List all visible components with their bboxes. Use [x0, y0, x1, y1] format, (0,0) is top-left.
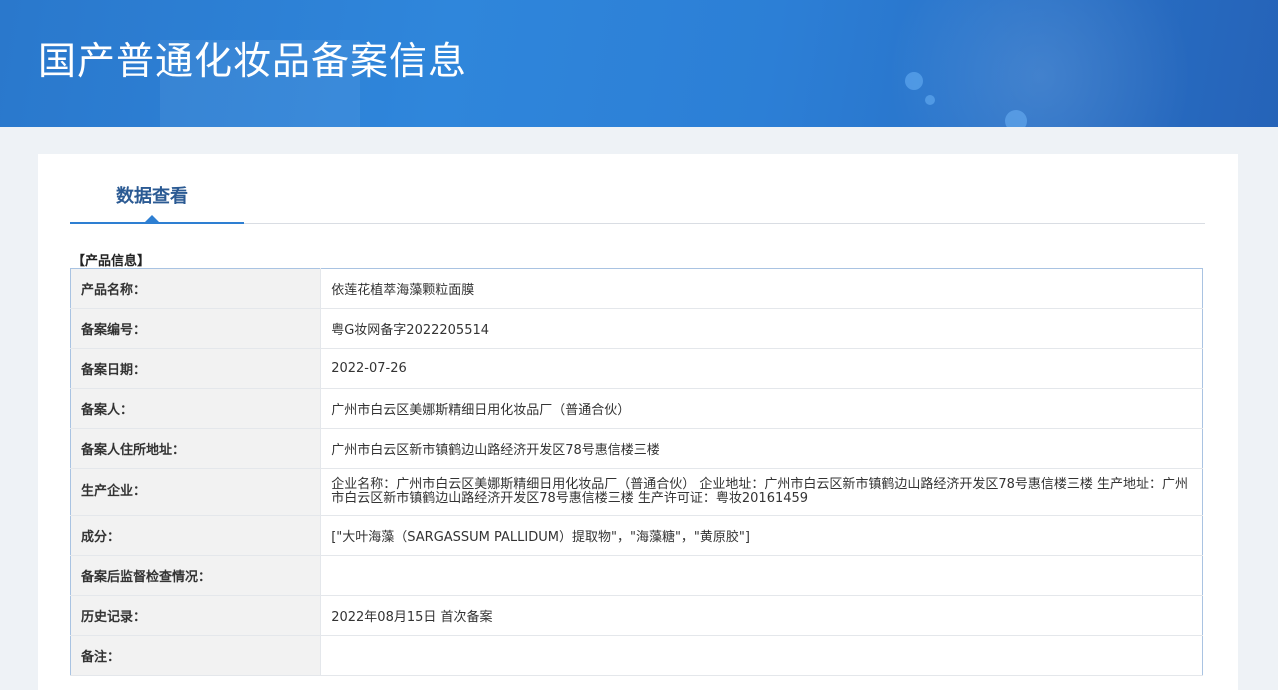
- row-value: [320, 555, 1203, 596]
- page-title: 国产普通化妆品备案信息: [38, 39, 468, 83]
- row-value: 企业名称：广州市白云区美娜斯精细日用化妆品厂（普通合伙） 企业地址：广州市白云区…: [320, 468, 1203, 516]
- table-row: 历史记录： 2022年08月15日 首次备案: [70, 595, 1203, 636]
- tab-bar: 数据查看: [70, 154, 1205, 224]
- banner-dot: [925, 95, 935, 105]
- row-label: 历史记录：: [70, 595, 322, 636]
- tab-label: 数据查看: [116, 186, 188, 207]
- row-value: 依莲花植萃海藻颗粒面膜: [320, 268, 1203, 309]
- row-value: [320, 635, 1203, 676]
- row-label: 备案人：: [70, 388, 322, 429]
- table-row: 产品名称： 依莲花植萃海藻颗粒面膜: [70, 268, 1203, 309]
- row-label: 备案日期：: [70, 348, 322, 389]
- row-value: 广州市白云区美娜斯精细日用化妆品厂（普通合伙）: [320, 388, 1203, 429]
- table-row: 备案人： 广州市白云区美娜斯精细日用化妆品厂（普通合伙）: [70, 388, 1203, 429]
- row-label: 备案后监督检查情况：: [70, 555, 322, 596]
- product-info-table: 产品名称： 依莲花植萃海藻颗粒面膜 备案编号： 粤G妆网备字2022205514…: [70, 268, 1203, 676]
- row-label: 产品名称：: [70, 268, 322, 309]
- row-label: 备注：: [70, 635, 322, 676]
- row-value: 2022年08月15日 首次备案: [320, 595, 1203, 636]
- table-row: 备案编号： 粤G妆网备字2022205514: [70, 308, 1203, 349]
- row-label: 生产企业：: [70, 468, 322, 516]
- table-row: 备注：: [70, 635, 1203, 676]
- row-value: 2022-07-26: [320, 348, 1203, 389]
- table-row: 生产企业： 企业名称：广州市白云区美娜斯精细日用化妆品厂（普通合伙） 企业地址：…: [70, 468, 1203, 516]
- table-row: 成分： ["大叶海藻（SARGASSUM PALLIDUM）提取物"，"海藻糖"…: [70, 515, 1203, 556]
- row-value: 广州市白云区新市镇鹤边山路经济开发区78号惠信楼三楼: [320, 428, 1203, 469]
- content-card: 数据查看 【产品信息】 产品名称： 依莲花植萃海藻颗粒面膜 备案编号： 粤G妆网…: [38, 154, 1238, 690]
- table-row: 备案日期： 2022-07-26: [70, 348, 1203, 389]
- table-row: 备案人住所地址： 广州市白云区新市镇鹤边山路经济开发区78号惠信楼三楼: [70, 428, 1203, 469]
- banner-dot: [1005, 110, 1027, 127]
- banner-dot: [905, 72, 923, 90]
- tab-data-view[interactable]: 数据查看: [70, 154, 244, 224]
- row-label: 备案编号：: [70, 308, 322, 349]
- row-label: 成分：: [70, 515, 322, 556]
- tab-active-underline: [70, 222, 244, 224]
- row-value: ["大叶海藻（SARGASSUM PALLIDUM）提取物"，"海藻糖"，"黄原…: [320, 515, 1203, 556]
- tab-active-caret-icon: [145, 215, 159, 222]
- row-label: 备案人住所地址：: [70, 428, 322, 469]
- table-row: 备案后监督检查情况：: [70, 555, 1203, 596]
- row-value: 粤G妆网备字2022205514: [320, 308, 1203, 349]
- header-banner: 国产普通化妆品备案信息: [0, 0, 1278, 127]
- banner-glow: [880, 0, 1278, 127]
- section-title: 【产品信息】: [72, 254, 151, 269]
